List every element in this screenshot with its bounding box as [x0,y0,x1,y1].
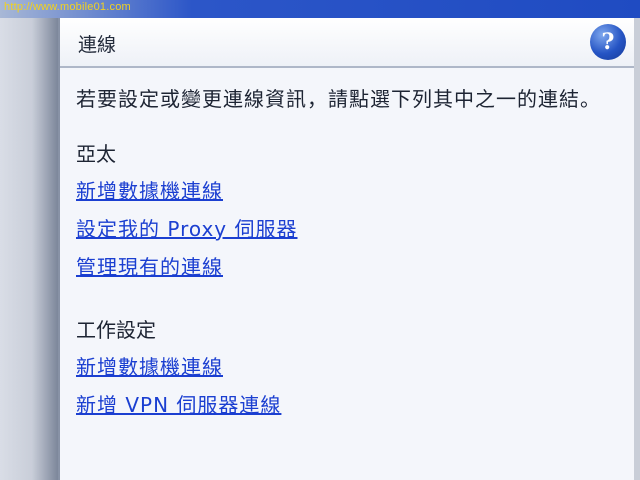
device-bezel-top: http://www.mobile01.com [0,0,640,18]
watermark: http://www.mobile01.com [4,1,131,13]
device-bezel-left [0,0,58,480]
main-content: 若要設定或變更連線資訊，請點選下列其中之一的連結。 亞太 新增數據機連線 設定我… [76,84,616,454]
add-modem-connection-link[interactable]: 新增數據機連線 [76,172,616,210]
group-work-settings: 工作設定 新增數據機連線 新增 VPN 伺服器連線 [76,316,616,424]
add-work-modem-connection-link[interactable]: 新增數據機連線 [76,348,616,386]
title-bar: 連線 ? [60,18,634,68]
section-heading-asia-pacific: 亞太 [76,142,116,166]
page-title: 連線 [78,34,117,56]
add-vpn-connection-link[interactable]: 新增 VPN 伺服器連線 [76,386,616,424]
set-proxy-server-link[interactable]: 設定我的 Proxy 伺服器 [76,210,616,248]
manage-connections-link[interactable]: 管理現有的連線 [76,248,616,286]
section-heading-work-settings: 工作設定 [76,318,156,342]
connections-screen: 連線 ? 若要設定或變更連線資訊，請點選下列其中之一的連結。 亞太 新增數據機連… [58,18,634,480]
group-asia-pacific: 亞太 新增數據機連線 設定我的 Proxy 伺服器 管理現有的連線 [76,140,616,286]
help-icon[interactable]: ? [590,24,626,60]
intro-text: 若要設定或變更連線資訊，請點選下列其中之一的連結。 [76,87,601,111]
